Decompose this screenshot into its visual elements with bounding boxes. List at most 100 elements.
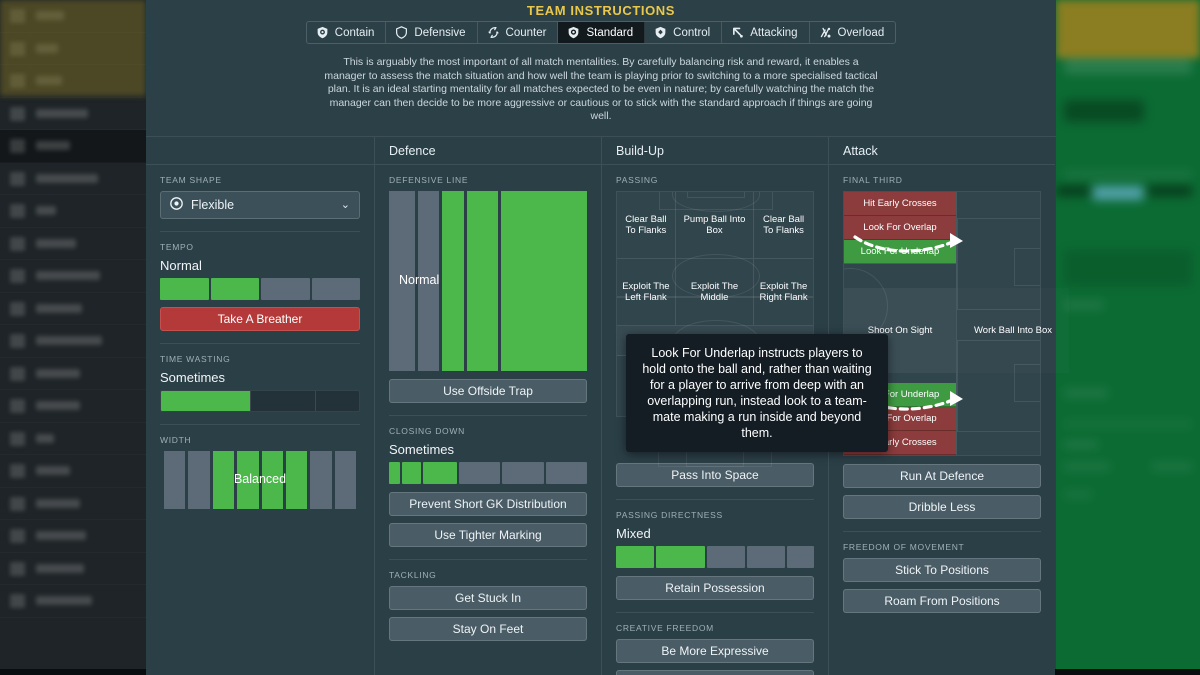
defensive-line-segment-2[interactable]	[467, 191, 499, 371]
passing-directness-segment-5[interactable]	[787, 546, 814, 568]
background-sidebar-row	[0, 325, 146, 358]
closing-down-slider[interactable]	[389, 462, 587, 484]
final-third-band-look-for-overlap[interactable]: Look For Overlap	[844, 216, 956, 240]
closing-down-segment-2[interactable]	[402, 462, 421, 484]
creative-freedom-be-more-expressive-button[interactable]: Be More Expressive	[616, 639, 814, 663]
tempo-segment-1[interactable]	[160, 278, 209, 300]
mentality-tab-defensive[interactable]: Defensive	[386, 22, 477, 43]
width-segment-2[interactable]	[188, 451, 209, 509]
target-icon	[170, 197, 183, 213]
passing-cell-exploit-the-left-flank[interactable]: Exploit The Left Flank	[617, 259, 676, 326]
width-label: WIDTH	[160, 435, 360, 445]
team-shape-label: TEAM SHAPE	[160, 175, 360, 185]
mentality-tab-bar: Contain Defensive Counter Standard Control At…	[146, 21, 1056, 44]
divider	[160, 231, 360, 232]
tempo-segment-4[interactable]	[312, 278, 361, 300]
tempo-segment-3[interactable]	[261, 278, 310, 300]
buildup-column-header: Build-Up	[602, 137, 828, 165]
final-third-label: FINAL THIRD	[843, 175, 1041, 185]
final-third-band-hit-early-crosses[interactable]: Hit Early Crosses	[844, 192, 956, 216]
passing-cell-clear-ball-to-flanks[interactable]: Clear Ball To Flanks	[617, 192, 676, 259]
passing-directness-segment-2[interactable]	[656, 546, 705, 568]
defence-prevent-short-gk-distribution-button[interactable]: Prevent Short GK Distribution	[389, 492, 587, 516]
dribbling-dribble-less-button[interactable]: Dribble Less	[843, 495, 1041, 519]
defence-use-tighter-marking-button[interactable]: Use Tighter Marking	[389, 523, 587, 547]
use-offside-trap-button[interactable]: Use Offside Trap	[389, 379, 587, 403]
defensive-line-segment-3[interactable]	[442, 191, 464, 371]
freedom-of-movement-stick-to-positions-button[interactable]: Stick To Positions	[843, 558, 1041, 582]
width-segment-1[interactable]	[164, 451, 185, 509]
passing-grid-row: Clear Ball To FlanksPump Ball Into BoxCl…	[617, 192, 813, 259]
counter-arrow-icon	[487, 26, 500, 39]
divider	[389, 415, 587, 416]
width-segment-7[interactable]	[310, 451, 331, 509]
tempo-segment-2[interactable]	[211, 278, 260, 300]
take-a-breather-button[interactable]: Take A Breather	[160, 307, 360, 331]
tackling-get-stuck-in-button[interactable]: Get Stuck In	[389, 586, 587, 610]
mentality-tab-control[interactable]: Control	[645, 22, 722, 43]
passing-cell-exploit-the-right-flank[interactable]: Exploit The Right Flank	[754, 259, 813, 326]
final-third-band-look-for-underlap[interactable]: Look For Underlap	[844, 240, 956, 264]
chevron-down-icon: ⌄	[341, 198, 350, 211]
width-segment-4[interactable]	[237, 451, 258, 509]
tempo-slider[interactable]	[160, 278, 360, 300]
width-segment-3[interactable]	[213, 451, 234, 509]
retain-possession-button[interactable]: Retain Possession	[616, 576, 814, 600]
background-sidebar-row	[0, 98, 146, 131]
background-sidebar-row	[0, 585, 146, 618]
creative-freedom-label: CREATIVE FREEDOM	[616, 623, 814, 633]
mentality-tab-label: Attacking	[750, 27, 797, 39]
mentality-description: This is arguably the most important of a…	[146, 44, 1056, 124]
column-head-spacer	[146, 137, 374, 165]
background-sidebar-row	[0, 553, 146, 586]
mentality-tab-counter[interactable]: Counter	[478, 22, 559, 43]
defensive-line-slider[interactable]: Normal	[389, 191, 587, 371]
passing-directness-slider[interactable]	[616, 546, 814, 568]
mentality-tab-overload[interactable]: Overload	[810, 22, 896, 43]
tackling-label: TACKLING	[389, 570, 587, 580]
freedom-of-movement-roam-from-positions-button[interactable]: Roam From Positions	[843, 589, 1041, 613]
creative-freedom-be-more-disciplined-button[interactable]: Be More Disciplined	[616, 670, 814, 675]
defensive-line-label: DEFENSIVE LINE	[389, 175, 587, 185]
tooltip-look-for-underlap: Look For Underlap instructs players to h…	[626, 334, 888, 452]
defensive-line-segment-1[interactable]	[501, 191, 587, 371]
tackling-stay-on-feet-button[interactable]: Stay On Feet	[389, 617, 587, 641]
mentality-tab-attacking[interactable]: Attacking	[722, 22, 809, 43]
mentality-tab-standard[interactable]: Standard	[558, 22, 645, 43]
passing-directness-segment-4[interactable]	[747, 546, 785, 568]
closing-down-segment-1[interactable]	[389, 462, 400, 484]
closing-down-segment-3[interactable]	[423, 462, 457, 484]
width-segment-8[interactable]	[335, 451, 356, 509]
mentality-tab-label: Standard	[586, 27, 633, 39]
closing-down-segment-4[interactable]	[459, 462, 500, 484]
width-segment-6[interactable]	[286, 451, 307, 509]
passing-directness-segment-3[interactable]	[707, 546, 745, 568]
width-slider[interactable]: Balanced	[160, 451, 360, 509]
divider	[160, 424, 360, 425]
passing-label: PASSING	[616, 175, 814, 185]
shield-icon	[395, 26, 408, 39]
mentality-tab-label: Control	[673, 27, 710, 39]
passing-cell-clear-ball-to-flanks[interactable]: Clear Ball To Flanks	[754, 192, 813, 259]
passing-cell-pump-ball-into-box[interactable]: Pump Ball Into Box	[676, 192, 754, 259]
closing-down-segment-6[interactable]	[546, 462, 587, 484]
width-segment-5[interactable]	[262, 451, 283, 509]
mentality-tab-label: Overload	[838, 27, 885, 39]
dribbling-run-at-defence-button[interactable]: Run At Defence	[843, 464, 1041, 488]
background-top-strip	[1056, 0, 1200, 58]
mentality-tab-label: Counter	[506, 27, 547, 39]
mentality-tab-label: Defensive	[414, 27, 465, 39]
mentality-tab-contain[interactable]: Contain	[307, 22, 387, 43]
passing-directness-label: PASSING DIRECTNESS	[616, 510, 814, 520]
team-shape-dropdown[interactable]: Flexible ⌄	[160, 191, 360, 219]
freedom-of-movement-label: FREEDOM OF MOVEMENT	[843, 542, 1041, 552]
passing-directness-segment-1[interactable]	[616, 546, 654, 568]
passing-cell-exploit-the-middle[interactable]: Exploit The Middle	[676, 259, 754, 326]
time-wasting-slider[interactable]	[160, 390, 360, 412]
closing-down-segment-5[interactable]	[502, 462, 543, 484]
work-ball-into-box-cell[interactable]: Work Ball Into Box	[957, 288, 1069, 373]
attack-column-header: Attack	[829, 137, 1055, 165]
background-sidebar-row	[0, 228, 146, 261]
tempo-label: TEMPO	[160, 242, 360, 252]
background-sidebar-row	[0, 423, 146, 456]
